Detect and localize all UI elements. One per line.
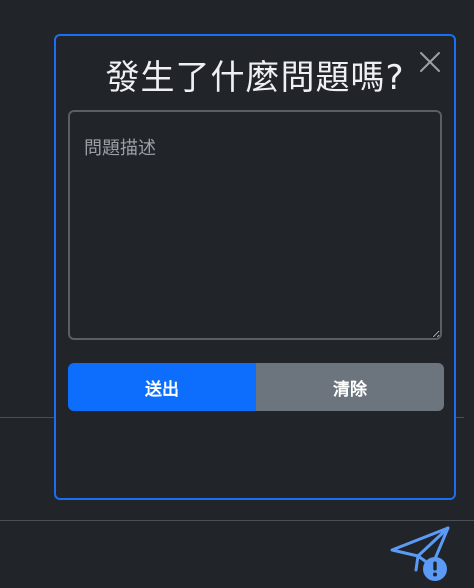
submit-button[interactable]: 送出 [68, 363, 256, 411]
action-buttons: 送出 清除 [68, 363, 444, 411]
clear-button[interactable]: 清除 [256, 363, 444, 411]
paper-plane-alert-icon [390, 526, 450, 581]
description-input[interactable] [68, 110, 442, 340]
feedback-dialog: 發生了什麼問題嗎? 送出 清除 [54, 34, 456, 500]
feedback-button[interactable] [388, 520, 452, 584]
close-icon [420, 52, 440, 72]
close-button[interactable] [418, 50, 442, 74]
dialog-title: 發生了什麼問題嗎? [105, 58, 405, 98]
